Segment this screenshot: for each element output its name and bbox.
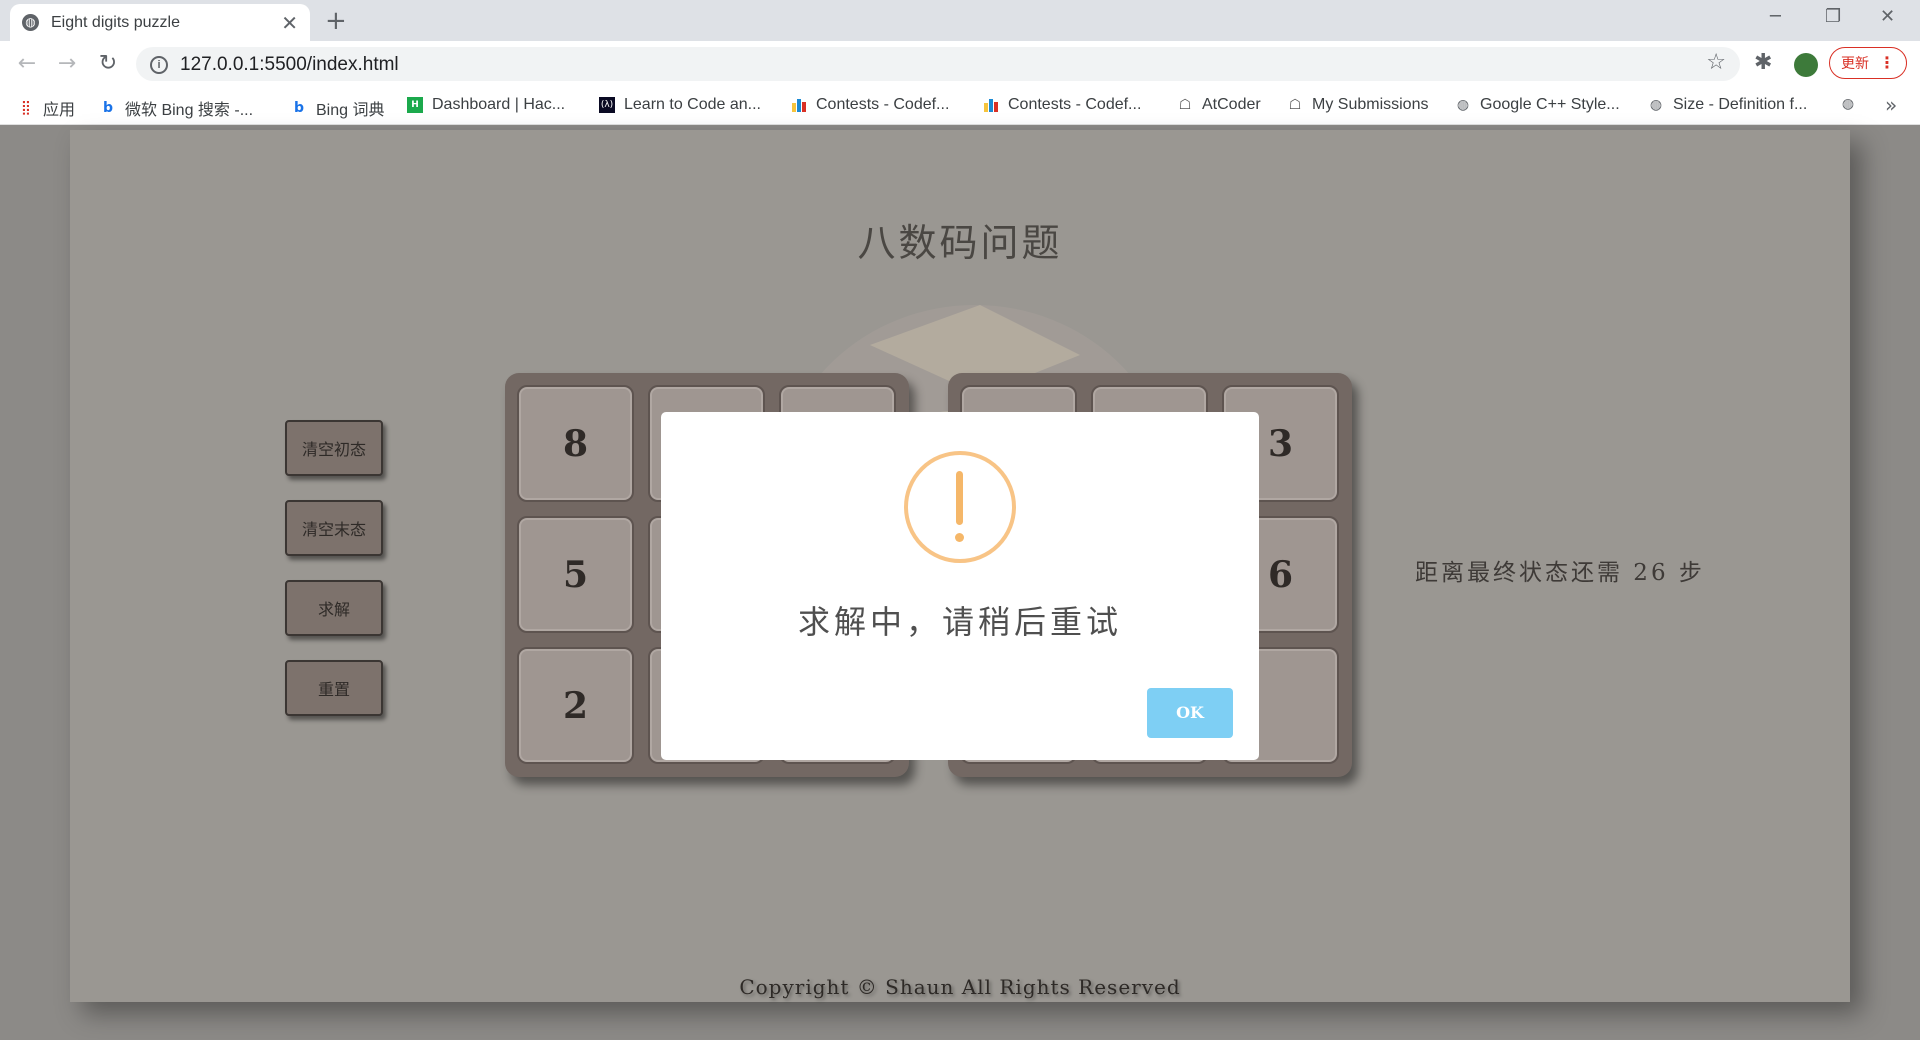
- warning-exclamation-dot: [955, 533, 964, 542]
- bookmark-codeforces-1[interactable]: Contests - Codef...: [791, 96, 949, 114]
- bookmark-label: Size - Definition f...: [1673, 96, 1808, 113]
- bookmark-label: Contests - Codef...: [816, 96, 950, 113]
- browser-tab[interactable]: ◍ Eight digits puzzle ✕: [10, 4, 310, 41]
- bookmark-label: Learn to Code an...: [624, 96, 761, 113]
- bookmark-google-cpp-style[interactable]: ◍ Google C++ Style...: [1455, 96, 1620, 114]
- bookmark-size-definition[interactable]: ◍ Size - Definition f...: [1648, 96, 1807, 114]
- initial-cell[interactable]: 2: [517, 647, 634, 764]
- more-bookmarks-chevron-icon[interactable]: »: [1885, 93, 1897, 117]
- bookmark-label: Google C++ Style...: [1480, 96, 1620, 113]
- kebab-menu-icon: ⋮: [1879, 55, 1895, 72]
- initial-cell[interactable]: 5: [517, 516, 634, 633]
- browser-tab-strip: ◍ Eight digits puzzle ✕ + ─ ❐ ✕: [0, 0, 1920, 41]
- extensions-puzzle-icon[interactable]: ✱: [1754, 50, 1772, 75]
- solve-button[interactable]: 求解: [285, 580, 383, 636]
- new-tab-button[interactable]: +: [325, 6, 347, 36]
- warning-icon: [904, 451, 1016, 563]
- bookmark-label: 微软 Bing 搜索 -...: [125, 102, 254, 119]
- warning-exclamation-bar: [956, 471, 963, 525]
- bing-icon: b: [293, 100, 305, 116]
- bookmark-codeforces-2[interactable]: Contests - Codef...: [983, 96, 1141, 114]
- bookmark-star-icon[interactable]: ☆: [1706, 50, 1726, 75]
- url-text: 127.0.0.1:5500/index.html: [180, 54, 399, 75]
- profile-avatar[interactable]: [1794, 53, 1818, 77]
- clear-initial-button[interactable]: 清空初态: [285, 420, 383, 476]
- apps-grid-icon: ⣿: [20, 100, 32, 116]
- atcoder-icon: ☖: [1178, 97, 1192, 113]
- site-info-icon[interactable]: i: [150, 56, 168, 74]
- clear-final-button[interactable]: 清空末态: [285, 500, 383, 556]
- bookmark-atcoder[interactable]: ☖ AtCoder: [1177, 96, 1261, 114]
- bookmark-label: My Submissions: [1312, 96, 1429, 113]
- steps-remaining-text: 距离最终状态还需 26 步: [1415, 560, 1705, 586]
- bookmark-label: Dashboard | Hac...: [432, 96, 566, 113]
- address-bar[interactable]: i 127.0.0.1:5500/index.html ☆: [136, 47, 1740, 81]
- freecodecamp-icon: (λ): [599, 97, 615, 113]
- reset-button[interactable]: 重置: [285, 660, 383, 716]
- minimize-window-button[interactable]: ─: [1770, 6, 1781, 27]
- forward-button[interactable]: →: [52, 49, 82, 79]
- close-tab-icon[interactable]: ✕: [281, 11, 298, 35]
- bookmark-freecodecamp[interactable]: (λ) Learn to Code an...: [599, 96, 761, 114]
- bookmark-bing-dict[interactable]: b Bing 词典: [291, 96, 385, 120]
- hackerrank-icon: H: [407, 97, 423, 113]
- bookmark-label: Bing 词典: [316, 102, 385, 119]
- bookmarks-bar: ⣿ 应用 b 微软 Bing 搜索 -... b Bing 词典 H Dashb…: [0, 87, 1920, 125]
- globe-icon: ◍: [1649, 97, 1663, 113]
- bookmark-hackerrank[interactable]: H Dashboard | Hac...: [407, 96, 565, 114]
- reload-button[interactable]: ↻: [93, 49, 123, 79]
- codeforces-icon: [983, 97, 999, 113]
- initial-cell[interactable]: 8: [517, 385, 634, 502]
- bookmark-my-submissions[interactable]: ☖ My Submissions: [1287, 96, 1429, 114]
- globe-icon: ◍: [22, 14, 39, 31]
- ok-button[interactable]: OK: [1147, 688, 1233, 738]
- update-label: 更新: [1841, 55, 1869, 71]
- copyright-footer: Copyright © Shaun All Rights Reserved: [739, 975, 1181, 999]
- bing-icon: b: [102, 100, 114, 116]
- browser-toolbar: ← → ↻ i 127.0.0.1:5500/index.html ☆ ✱ 更新…: [0, 41, 1920, 87]
- bookmark-label: Contests - Codef...: [1008, 96, 1142, 113]
- atcoder-icon: ☖: [1288, 97, 1302, 113]
- codeforces-icon: [791, 97, 807, 113]
- globe-icon: ◍: [1456, 97, 1470, 113]
- close-window-button[interactable]: ✕: [1880, 6, 1895, 27]
- bookmark-label: 应用: [43, 102, 76, 119]
- globe-icon: ◍: [1841, 96, 1855, 112]
- dialog-message: 求解中，请稍后重试: [797, 603, 1122, 641]
- page-title: 八数码问题: [857, 221, 1063, 265]
- alert-dialog: 求解中，请稍后重试 OK: [661, 412, 1259, 760]
- bookmark-apps[interactable]: ⣿ 应用: [18, 96, 75, 120]
- bookmark-bing-search[interactable]: b 微软 Bing 搜索 -...: [100, 96, 253, 120]
- back-button[interactable]: ←: [12, 49, 42, 79]
- tab-title: Eight digits puzzle: [51, 13, 180, 31]
- restore-window-button[interactable]: ❐: [1825, 6, 1841, 27]
- update-button[interactable]: 更新 ⋮: [1829, 47, 1907, 79]
- bookmark-globe[interactable]: ◍: [1840, 96, 1865, 112]
- bookmark-label: AtCoder: [1202, 96, 1261, 113]
